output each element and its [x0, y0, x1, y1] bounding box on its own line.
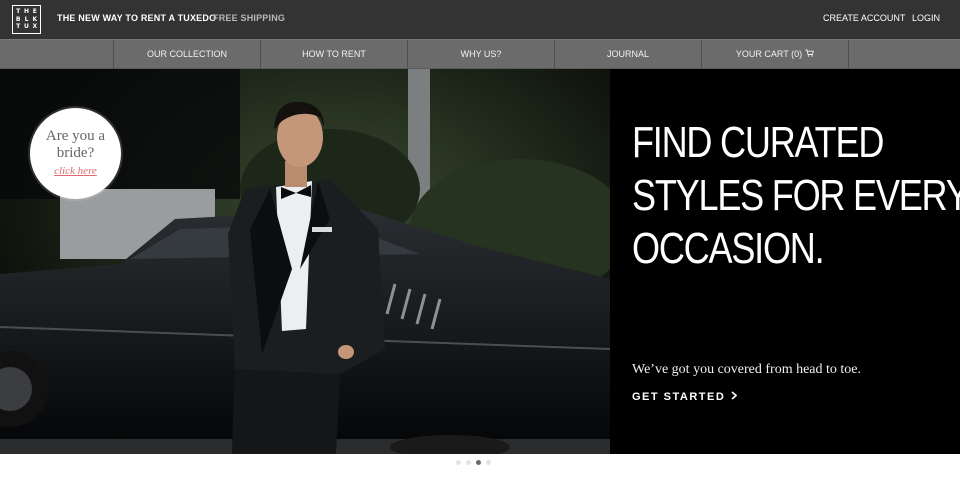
hero-banner: Are you a bride? click here FIND CURATED…: [0, 69, 960, 454]
get-started-label: GET STARTED: [632, 391, 726, 403]
blacktux-logo[interactable]: T H E B L K T U X: [12, 5, 41, 34]
nav-your-cart[interactable]: YOUR CART (0): [701, 40, 848, 69]
chevron-right-icon: [731, 391, 738, 403]
logo-letter: E: [32, 8, 37, 15]
carousel-dot[interactable]: [486, 460, 491, 465]
nav-label: JOURNAL: [606, 49, 649, 59]
get-started-button[interactable]: GET STARTED: [632, 391, 738, 403]
logo-letter: H: [23, 8, 29, 15]
carousel-dot[interactable]: [476, 460, 481, 465]
nav-journal[interactable]: JOURNAL: [554, 40, 701, 69]
nav-label: HOW TO RENT: [302, 49, 366, 59]
hero-headline: FIND CURATED STYLES FOR EVERY OCCASION.: [632, 116, 960, 275]
carousel-dots: [456, 460, 491, 468]
bride-promo-badge[interactable]: Are you a bride? click here: [30, 108, 121, 199]
logo-letter: L: [24, 15, 29, 23]
logo-letter: U: [24, 23, 29, 31]
carousel-dot[interactable]: [466, 460, 471, 465]
nav-our-collection[interactable]: OUR COLLECTION: [113, 40, 260, 69]
free-shipping-label: FREE SHIPPING: [213, 13, 286, 23]
logo-letter: T: [16, 8, 21, 15]
login-link[interactable]: LOGIN: [912, 13, 940, 23]
headline-line: OCCASION.: [632, 224, 825, 273]
bride-question: Are you a bride?: [30, 128, 121, 162]
nav-how-to-rent[interactable]: HOW TO RENT: [260, 40, 407, 69]
bride-question-line: Are you a: [45, 128, 106, 144]
top-bar: T H E B L K T U X THE NEW WAY TO RENT A …: [0, 0, 960, 39]
bride-click-here-link[interactable]: click here: [30, 165, 121, 177]
logo-letter: T: [16, 23, 21, 31]
hero-subline: We’ve got you covered from head to toe.: [632, 362, 862, 377]
logo-letter: B: [15, 15, 21, 23]
headline-line: STYLES FOR EVERY: [632, 171, 960, 220]
nav-divider: [848, 40, 849, 69]
nav-label: WHY US?: [460, 49, 502, 59]
nav-label: YOUR CART (0): [735, 49, 803, 59]
carousel-dot[interactable]: [456, 460, 461, 465]
headline-line: FIND CURATED: [632, 118, 884, 167]
cart-icon: [805, 40, 814, 69]
nav-label: OUR COLLECTION: [146, 49, 227, 59]
create-account-link[interactable]: CREATE ACCOUNT: [823, 13, 905, 23]
nav-why-us[interactable]: WHY US?: [407, 40, 554, 69]
logo-letter: K: [32, 15, 38, 23]
logo-letter: X: [32, 23, 38, 31]
bride-question-line: bride?: [56, 145, 95, 161]
tagline: THE NEW WAY TO RENT A TUXEDO: [57, 13, 217, 23]
main-nav: OUR COLLECTION HOW TO RENT WHY US? JOURN…: [0, 39, 960, 69]
